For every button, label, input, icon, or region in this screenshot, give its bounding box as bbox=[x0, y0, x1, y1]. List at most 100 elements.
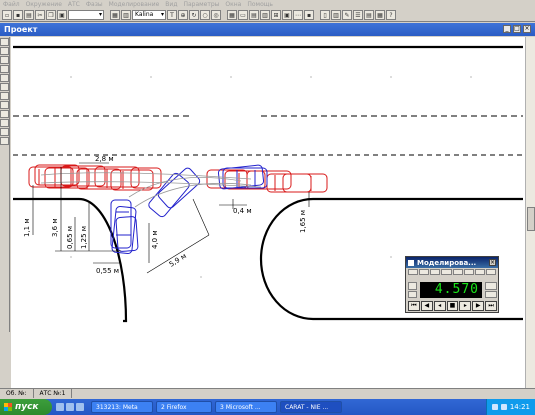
rotate-icon[interactable]: ↻ bbox=[189, 10, 199, 20]
font-combo[interactable]: Kalina bbox=[132, 10, 166, 20]
menu-help[interactable]: Помощь bbox=[247, 0, 273, 9]
window-icon[interactable]: ▣ bbox=[282, 10, 292, 20]
step-forward-icon[interactable]: ▶ bbox=[472, 301, 485, 311]
menu-windows[interactable]: Окна bbox=[225, 0, 241, 9]
rewind-icon[interactable]: ◂ bbox=[433, 301, 446, 311]
step-back-icon[interactable]: ◀ bbox=[420, 301, 433, 311]
sim-btn-4[interactable] bbox=[441, 269, 452, 275]
sign-tool-icon[interactable] bbox=[0, 119, 9, 127]
cut-icon[interactable]: ✂ bbox=[35, 10, 45, 20]
menu-ats[interactable]: АТС bbox=[68, 0, 80, 9]
close-icon[interactable]: × bbox=[489, 259, 496, 266]
car-icon[interactable]: ▭ bbox=[238, 10, 248, 20]
menu-simulation[interactable]: Моделирование bbox=[109, 0, 160, 9]
vertical-scrollbar[interactable] bbox=[525, 37, 535, 388]
simulation-title-bar[interactable]: Моделирова... × bbox=[406, 257, 498, 268]
toolbar-separator bbox=[105, 10, 109, 20]
vehicle-tool-icon[interactable] bbox=[0, 101, 9, 109]
print-icon[interactable]: ▤ bbox=[24, 10, 34, 20]
sim-btn-7[interactable] bbox=[474, 269, 485, 275]
sim-btn-3[interactable] bbox=[430, 269, 441, 275]
sim-left-btn-1[interactable] bbox=[408, 282, 417, 290]
dim-label-1-25: 1,25 м bbox=[80, 226, 88, 249]
sim-right-btn-1[interactable] bbox=[485, 282, 497, 290]
menu-phases[interactable]: Фазы bbox=[86, 0, 103, 9]
sim-btn-2[interactable] bbox=[419, 269, 430, 275]
taskbar-item-meta[interactable]: 313213: Meta bbox=[91, 401, 153, 413]
tray-clock: 14:21 bbox=[509, 403, 530, 411]
line-tool-icon[interactable] bbox=[0, 56, 9, 64]
export-icon[interactable]: ▦ bbox=[375, 10, 385, 20]
sim-left-controls bbox=[408, 282, 417, 298]
simulation-button-row bbox=[406, 268, 498, 276]
skip-start-icon[interactable]: ⏮ bbox=[408, 301, 420, 311]
taskbar-item-microsoft[interactable]: 3 Microsoft ... bbox=[215, 401, 277, 413]
quick-launch-icon-2[interactable] bbox=[66, 403, 74, 411]
close-icon[interactable]: × bbox=[523, 25, 531, 33]
tray-icon-1[interactable] bbox=[491, 404, 498, 410]
play-icon[interactable]: ▸ bbox=[459, 301, 472, 311]
new-icon[interactable]: ▫ bbox=[2, 10, 12, 20]
sim-btn-6[interactable] bbox=[463, 269, 474, 275]
rect-tool-icon[interactable] bbox=[0, 74, 9, 82]
menu-environment[interactable]: Окружение bbox=[26, 0, 62, 9]
measure-icon[interactable]: ⊞ bbox=[271, 10, 281, 20]
sim-right-btn-2[interactable] bbox=[485, 290, 497, 298]
toolbar-separator bbox=[222, 10, 226, 20]
intersection-scene: 2,8 м 1,1 м 3,6 м 0,65 м 1,25 м 4,0 м 5,… bbox=[13, 45, 523, 323]
drawing-canvas[interactable]: 2,8 м 1,1 м 3,6 м 0,65 м 1,25 м 4,0 м 5,… bbox=[11, 37, 525, 388]
sim-btn-8[interactable] bbox=[485, 269, 496, 275]
list-icon[interactable]: ☰ bbox=[353, 10, 363, 20]
dim-label-0-65: 0,65 м bbox=[66, 226, 74, 249]
grid-icon[interactable]: ▦ bbox=[227, 10, 237, 20]
tray-icon-2[interactable] bbox=[500, 404, 507, 410]
paste-icon[interactable]: ▣ bbox=[57, 10, 67, 20]
save-icon[interactable]: ▪ bbox=[13, 10, 23, 20]
taskbar-item-carat[interactable]: CARAT - NIE ... bbox=[280, 401, 342, 413]
menu-parameters[interactable]: Параметры bbox=[183, 0, 219, 9]
marker-tool-icon[interactable] bbox=[0, 137, 9, 145]
minimize-icon[interactable]: _ bbox=[503, 25, 511, 33]
panel-icon[interactable]: ▯ bbox=[320, 10, 330, 20]
skip-end-icon[interactable]: ⏭ bbox=[485, 301, 498, 311]
menu-view[interactable]: Вид bbox=[165, 0, 177, 9]
zoom-icon[interactable]: ⊕ bbox=[178, 10, 188, 20]
taskbar-item-firefox[interactable]: 2 Firefox bbox=[156, 401, 212, 413]
arc-tool-icon[interactable] bbox=[0, 65, 9, 73]
layer-icon[interactable]: ▥ bbox=[121, 10, 131, 20]
sim-btn-5[interactable] bbox=[452, 269, 463, 275]
text-tool-icon[interactable] bbox=[0, 83, 9, 91]
start-button[interactable]: пуск bbox=[0, 399, 52, 415]
help-icon[interactable]: ? bbox=[386, 10, 396, 20]
table-icon[interactable]: ▤ bbox=[249, 10, 259, 20]
lock-icon[interactable]: ▪ bbox=[304, 10, 314, 20]
chart-icon[interactable]: ▥ bbox=[260, 10, 270, 20]
path-tool-icon[interactable] bbox=[0, 128, 9, 136]
quick-launch-icon-3[interactable] bbox=[76, 403, 84, 411]
split-icon[interactable]: ▥ bbox=[331, 10, 341, 20]
status-ats-number: АТС №:1 bbox=[34, 389, 73, 398]
scrollbar-thumb[interactable] bbox=[527, 207, 535, 231]
quick-launch-icon-1[interactable] bbox=[56, 403, 64, 411]
text-icon[interactable]: T bbox=[167, 10, 177, 20]
move-tool-icon[interactable] bbox=[0, 47, 9, 55]
size-combo[interactable] bbox=[68, 10, 104, 20]
select-tool-icon[interactable] bbox=[0, 38, 9, 46]
playback-controls: ⏮ ◀ ◂ ■ ▸ ▶ ⏭ bbox=[408, 301, 498, 311]
copy-icon[interactable]: ❐ bbox=[46, 10, 56, 20]
pencil-icon[interactable]: ✎ bbox=[342, 10, 352, 20]
image-icon[interactable]: ▦ bbox=[110, 10, 120, 20]
sim-btn-1[interactable] bbox=[408, 269, 419, 275]
circle-icon[interactable]: ○ bbox=[200, 10, 210, 20]
sim-left-btn-2[interactable] bbox=[408, 290, 417, 298]
target-icon[interactable]: ◎ bbox=[211, 10, 221, 20]
print-preview-icon[interactable]: ▤ bbox=[364, 10, 374, 20]
pedestrian-tool-icon[interactable] bbox=[0, 110, 9, 118]
dimension-tool-icon[interactable] bbox=[0, 92, 9, 100]
maximize-icon[interactable]: □ bbox=[513, 25, 521, 33]
track-icon[interactable]: ⋯ bbox=[293, 10, 303, 20]
stop-icon[interactable]: ■ bbox=[446, 301, 459, 311]
status-object-number: Об. №: bbox=[0, 389, 34, 398]
menu-file[interactable]: Файл bbox=[3, 0, 20, 9]
system-tray: 14:21 bbox=[485, 399, 535, 415]
